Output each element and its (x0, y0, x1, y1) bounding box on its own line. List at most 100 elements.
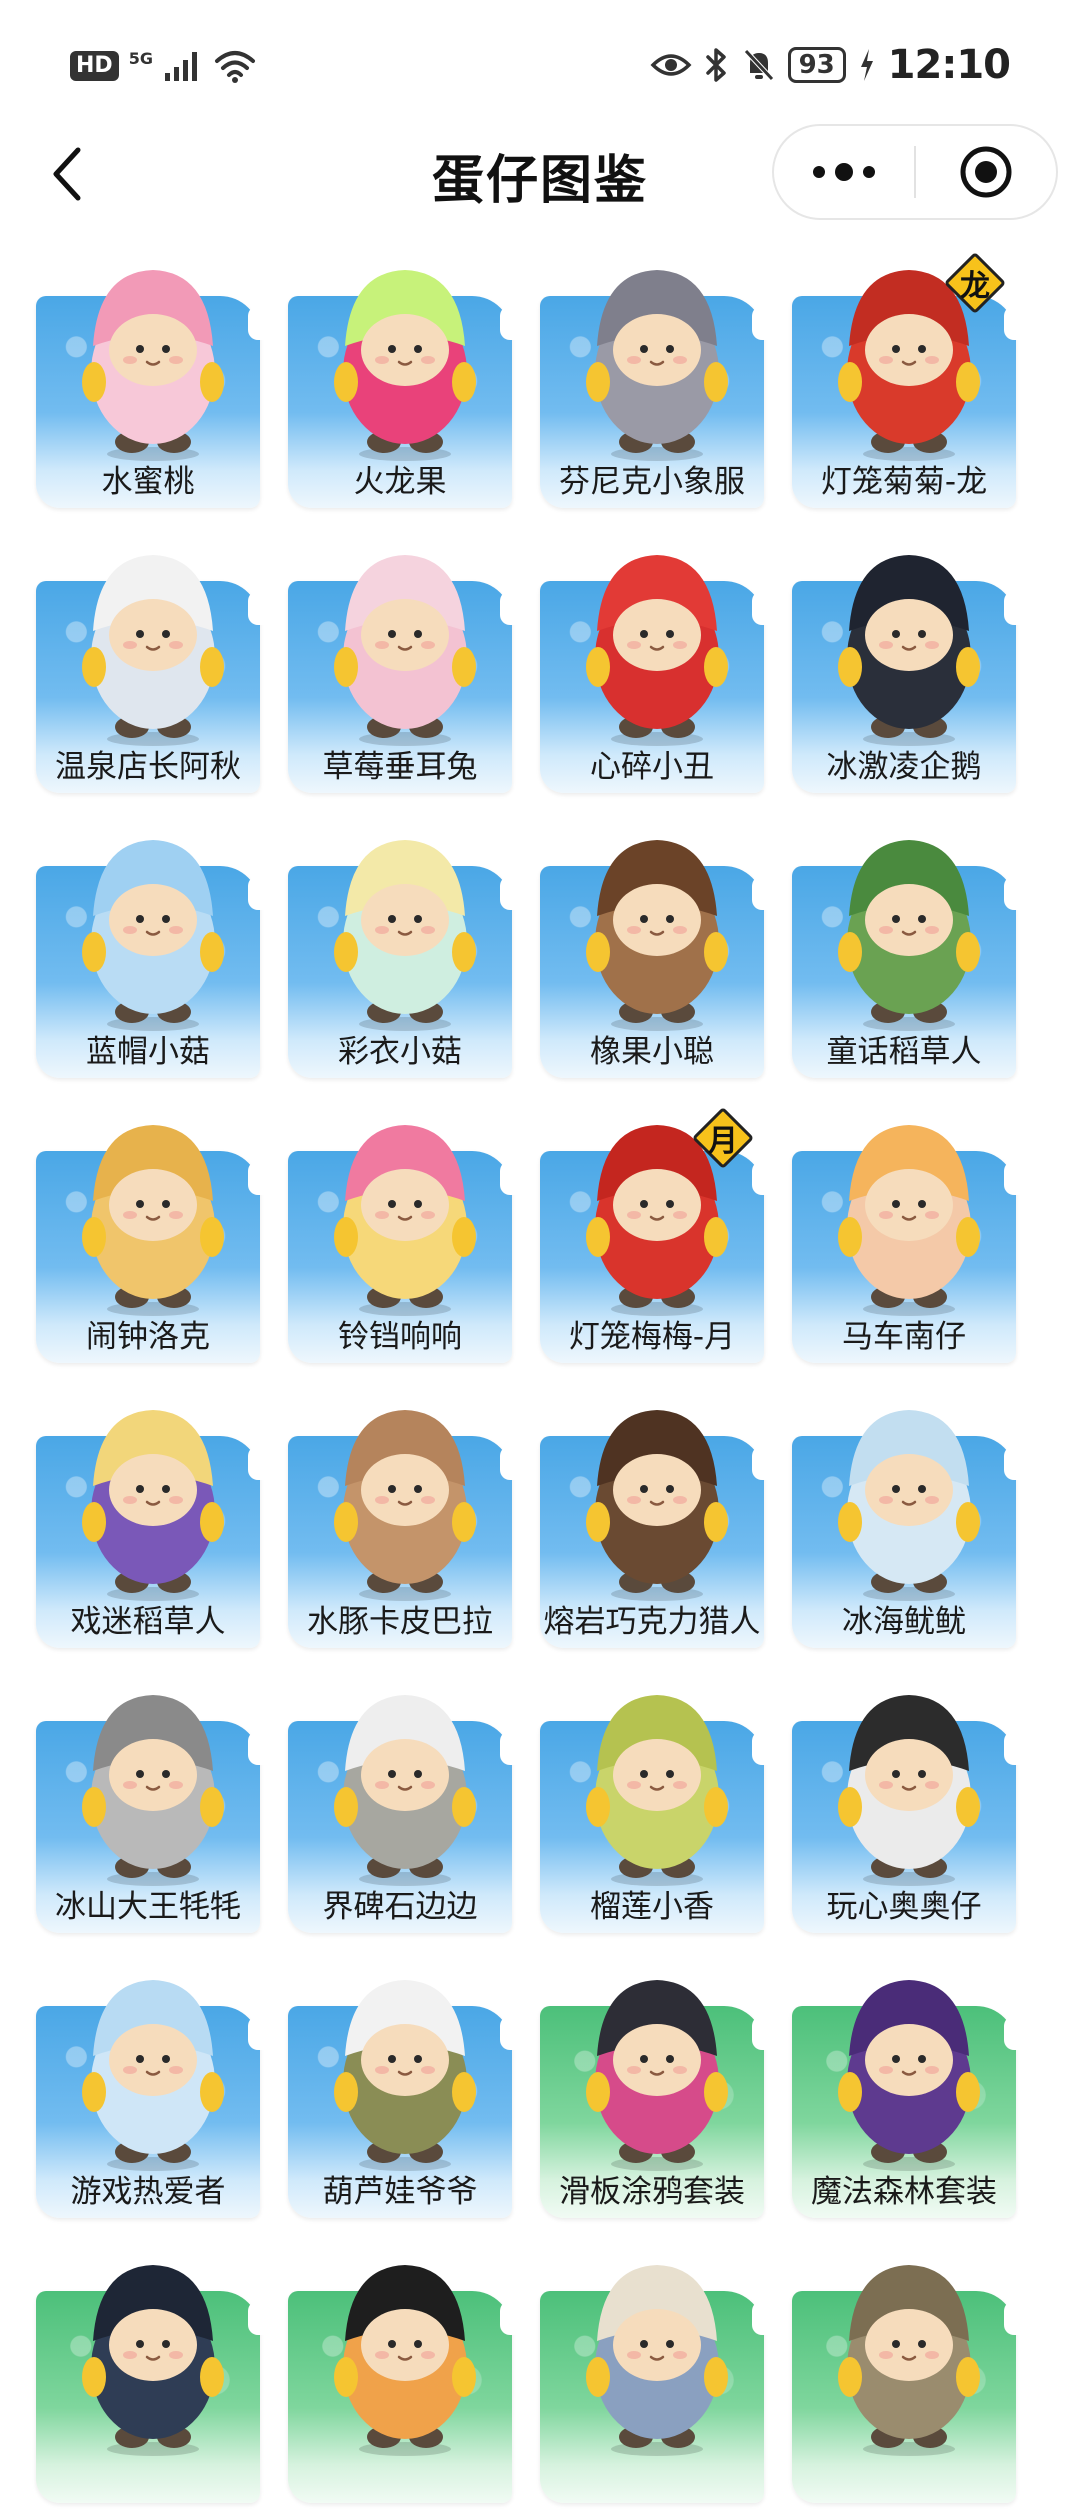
more-dots-icon (813, 163, 875, 181)
collection-card[interactable]: 滑板涂鸦套装 (532, 1940, 772, 2226)
badge-text: 龙 (960, 269, 990, 304)
character-figure-icon (838, 1695, 980, 1886)
character-figure-icon (334, 2265, 476, 2456)
collection-card[interactable]: 心碎小丑 (532, 515, 772, 801)
character-figure-icon (838, 1410, 980, 1601)
card-label: 蓝帽小菇 (86, 1034, 210, 1070)
network-type: 5G (128, 49, 153, 68)
character-figure-icon (82, 2265, 224, 2456)
collection-card[interactable]: 水豚卡皮巴拉 (280, 1370, 520, 1656)
character-figure-icon (82, 1410, 224, 1601)
collection-card[interactable] (280, 2225, 520, 2511)
character-figure-icon (334, 1125, 476, 1316)
character-figure-icon (838, 1980, 980, 2171)
character-figure-icon (82, 1695, 224, 1886)
card-label: 灯笼梅梅-月 (568, 1319, 736, 1355)
card-label: 冰山大王牦牦 (55, 1889, 241, 1925)
character-figure-icon (586, 2265, 728, 2456)
card-label: 水蜜桃 (101, 464, 195, 500)
character-figure-icon (586, 270, 728, 461)
card-label: 彩衣小菇 (338, 1034, 462, 1070)
collection-card[interactable] (28, 2225, 268, 2511)
collection-card[interactable]: 冰海鱿鱿 (784, 1370, 1024, 1656)
collection-card[interactable]: 冰山大王牦牦 (28, 1655, 268, 1941)
character-figure-icon (838, 840, 980, 1031)
collection-card[interactable]: 彩衣小菇 (280, 800, 520, 1086)
status-right: 93 12:10 (650, 38, 1011, 92)
character-figure-icon (586, 1695, 728, 1886)
target-close-icon (960, 146, 1012, 198)
character-figure-icon (334, 1980, 476, 2171)
collection-card[interactable]: 闹钟洛克 (28, 1085, 268, 1371)
card-label: 橡果小聪 (590, 1034, 714, 1070)
card-label: 魔法森林套装 (811, 2174, 997, 2210)
collection-card[interactable]: 水蜜桃 (28, 230, 268, 516)
mute-icon (743, 49, 774, 81)
collection-card[interactable]: 火龙果 (280, 230, 520, 516)
wifi-icon (214, 51, 255, 83)
collection-card[interactable]: 葫芦娃爷爷 (280, 1940, 520, 2226)
character-figure-icon (586, 555, 728, 746)
status-bar: HD 5G 93 12:10 (0, 0, 1080, 130)
collection-card[interactable]: 月灯笼梅梅-月 (532, 1085, 772, 1371)
collection-card[interactable]: 熔岩巧克力猎人 (532, 1370, 772, 1656)
card-label: 火龙果 (353, 464, 447, 500)
card-label: 温泉店长阿秋 (55, 749, 241, 785)
collection-card[interactable]: 铃铛响响 (280, 1085, 520, 1371)
collection-card[interactable]: 魔法森林套装 (784, 1940, 1024, 2226)
card-label: 芬尼克小象服 (559, 464, 745, 500)
character-figure-icon (334, 270, 476, 461)
bluetooth-icon (705, 48, 726, 82)
collection-card[interactable]: 芬尼克小象服 (532, 230, 772, 516)
collection-card[interactable] (532, 2225, 772, 2511)
nav-bar: 蛋仔图鉴 (0, 120, 1080, 230)
card-label: 冰海鱿鱿 (842, 1604, 966, 1640)
card-label: 冰激凌企鹅 (826, 749, 982, 785)
collection-card[interactable]: 玩心奥奥仔 (784, 1655, 1024, 1941)
collection-card[interactable]: 龙灯笼菊菊-龙 (784, 230, 1024, 516)
character-figure-icon (334, 840, 476, 1031)
card-label: 灯笼菊菊-龙 (820, 464, 988, 500)
card-label: 熔岩巧克力猎人 (543, 1604, 761, 1640)
collection-card[interactable]: 冰激凌企鹅 (784, 515, 1024, 801)
signal-icon (164, 52, 197, 81)
collection-card[interactable]: 温泉店长阿秋 (28, 515, 268, 801)
card-label: 水豚卡皮巴拉 (307, 1604, 493, 1640)
character-figure-icon (82, 270, 224, 461)
card-label: 心碎小丑 (590, 749, 714, 785)
collection-card[interactable]: 童话稻草人 (784, 800, 1024, 1086)
card-label: 葫芦娃爷爷 (322, 2174, 478, 2210)
collection-card[interactable] (784, 2225, 1024, 2511)
collection-card[interactable]: 界碑石边边 (280, 1655, 520, 1941)
hd-badge: HD (70, 51, 119, 81)
card-label: 马车南仔 (842, 1319, 966, 1355)
character-figure-icon (586, 1410, 728, 1601)
card-label: 童话稻草人 (826, 1034, 982, 1070)
character-figure-icon (82, 1125, 224, 1316)
card-label: 滑板涂鸦套装 (559, 2174, 745, 2210)
character-figure-icon (586, 1980, 728, 2171)
collection-card[interactable]: 蓝帽小菇 (28, 800, 268, 1086)
collection-card[interactable]: 草莓垂耳兔 (280, 515, 520, 801)
character-figure-icon (838, 555, 980, 746)
collection-card[interactable]: 橡果小聪 (532, 800, 772, 1086)
eye-icon (650, 54, 692, 76)
character-figure-icon (838, 2265, 980, 2456)
clock: 12:10 (887, 42, 1011, 88)
character-figure-icon (334, 1695, 476, 1886)
limited-badge: 龙 (943, 251, 1007, 315)
collection-card[interactable]: 榴莲小香 (532, 1655, 772, 1941)
character-figure-icon (82, 840, 224, 1031)
badge-text: 月 (708, 1124, 738, 1159)
card-label: 玩心奥奥仔 (826, 1889, 982, 1925)
close-miniprogram-button[interactable] (916, 126, 1056, 218)
card-label: 界碑石边边 (322, 1889, 478, 1925)
mini-program-capsule (772, 124, 1058, 220)
collection-card[interactable]: 马车南仔 (784, 1085, 1024, 1371)
limited-badge: 月 (691, 1106, 755, 1170)
collection-card[interactable]: 戏迷稻草人 (28, 1370, 268, 1656)
collection-card[interactable]: 游戏热爱者 (28, 1940, 268, 2226)
character-figure-icon (82, 555, 224, 746)
more-button[interactable] (774, 126, 914, 218)
charging-icon (860, 49, 873, 81)
